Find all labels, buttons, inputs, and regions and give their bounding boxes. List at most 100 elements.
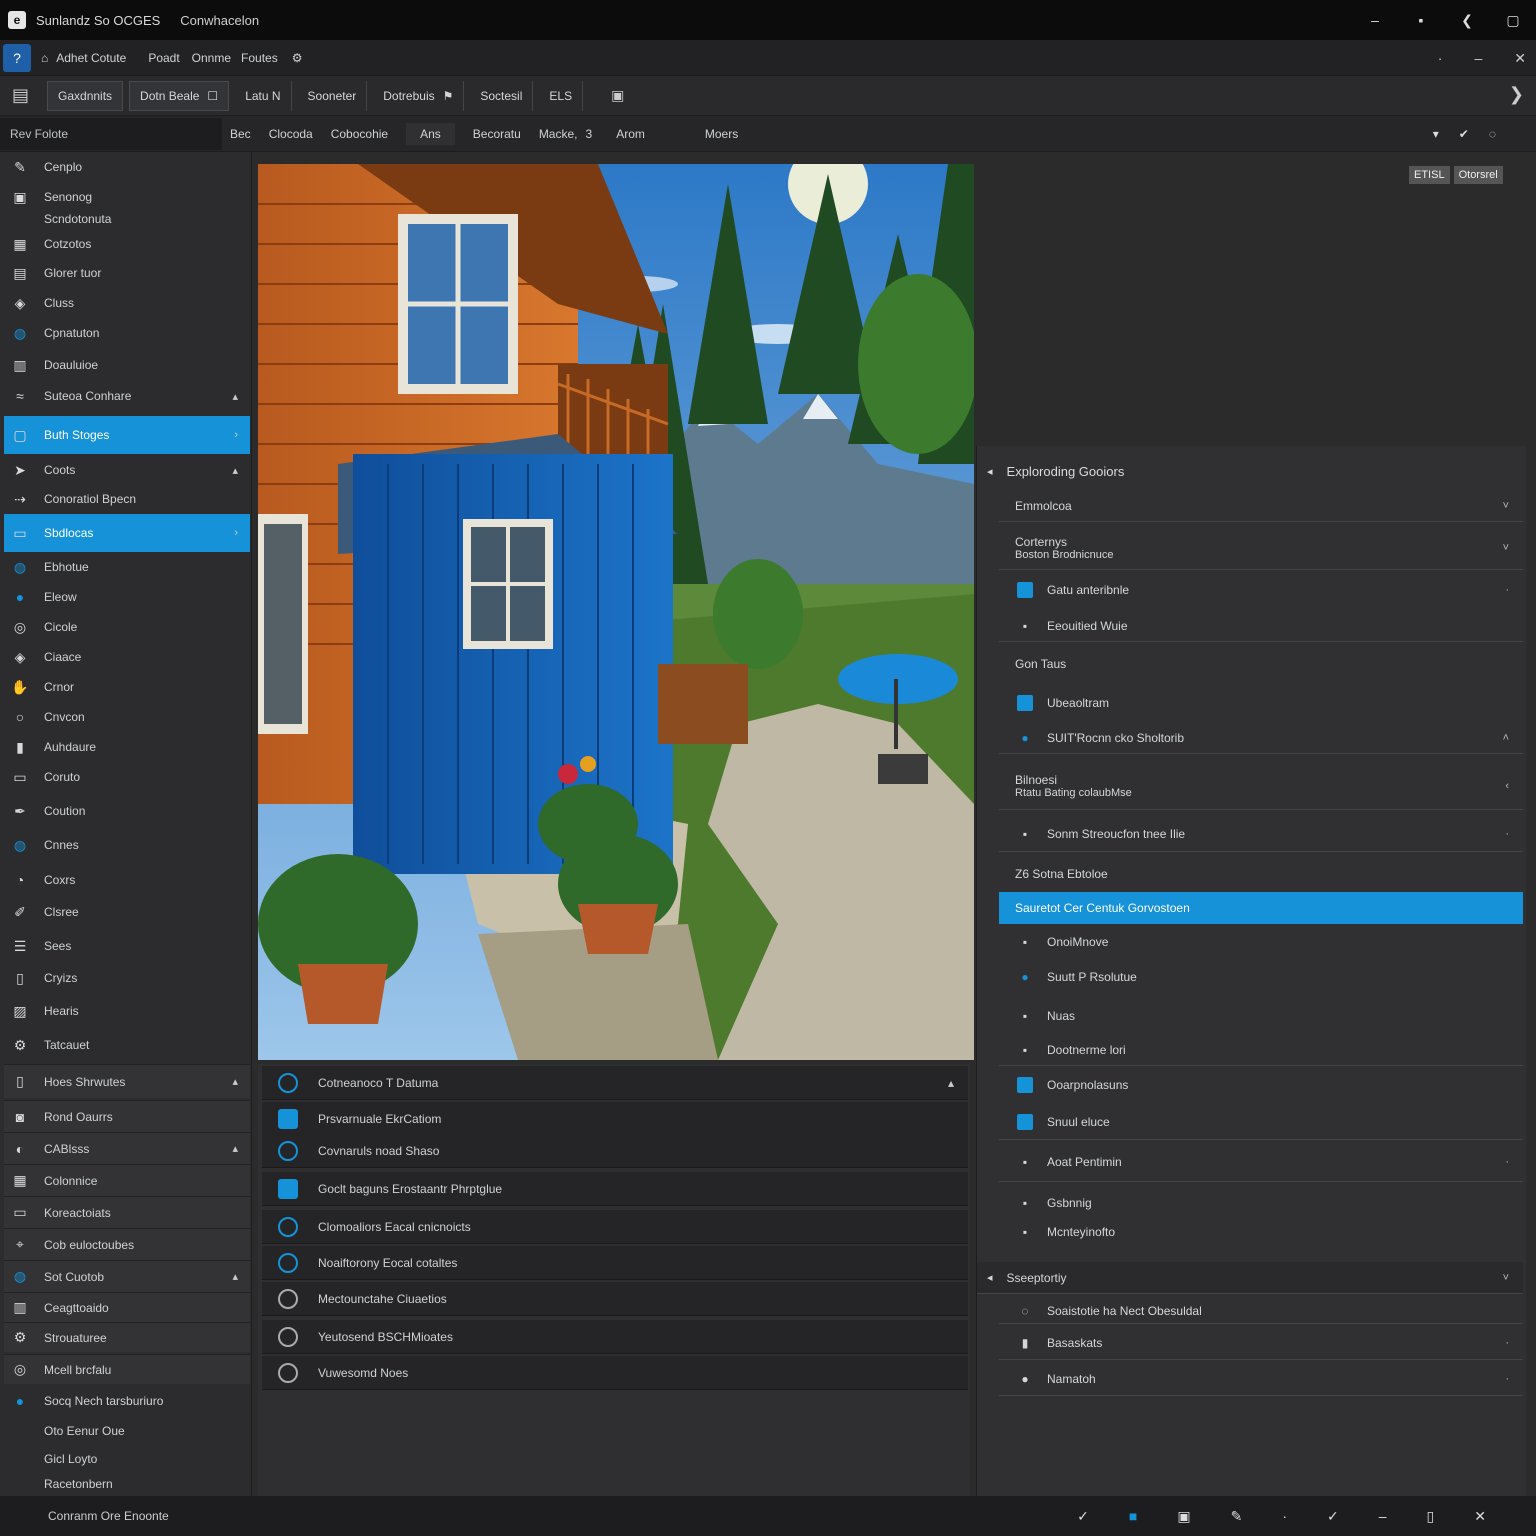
sidebar-item-1[interactable]: ✎ Cenplo [4,152,250,182]
sidebar-item-13[interactable]: ▭ Sbdlocas › [4,514,250,552]
close-icon[interactable]: ✕ [1514,50,1526,67]
menu-item-4[interactable]: Foutes [241,51,278,65]
subbar-item-9[interactable]: Moers [705,127,738,141]
panel-row[interactable]: Ubeaoltram [999,686,1523,720]
sidebar-item-25[interactable]: ✐ Clsree [4,896,250,928]
panel-row[interactable]: ● SUIT'Rocnn cko Sholtorib ˄ [999,722,1523,754]
dot-icon[interactable]: · [1438,50,1443,66]
toolbar-button-6[interactable]: Soctesil [470,80,534,111]
subbar-item-4[interactable]: Ans [406,122,455,145]
panel-row[interactable]: ▪ Nuas [999,998,1523,1034]
sidebar-item-9[interactable]: ≈ Suteoa Conhare ▴ [4,380,250,412]
chevron-right-icon[interactable]: ❯ [1509,84,1524,105]
sidebar-item-7[interactable]: ◍ Cpnatuton [4,318,250,348]
printer-icon[interactable]: ▣ [1177,1508,1190,1525]
panel-row[interactable]: Z6 Sotna Ebtoloe [999,860,1523,888]
dot-icon[interactable]: · [1282,1508,1287,1524]
sidebar-item-24[interactable]: ◔ Coxrs [4,864,250,896]
sidebar-item-43[interactable]: Racetonbern [4,1472,250,1496]
toolbar-button-1[interactable]: Gaxdnnits [47,80,124,111]
sidebar-item-41[interactable]: Oto Eenur Oue [4,1416,250,1446]
toolbar-button-4[interactable]: Sooneter [298,80,368,111]
subbar-item-3[interactable]: Cobocohie [331,127,388,141]
sidebar-item-30[interactable]: ▯ Hoes Shrwutes ▴ [4,1064,250,1098]
chevron-up-icon[interactable]: ▴ [948,1076,954,1090]
toolbar-button-3[interactable]: Latu N [235,80,292,111]
tools-icon[interactable]: ✎ [1231,1508,1243,1525]
panel-row[interactable]: ● Suutt P Rsolutue [999,960,1523,994]
chevron-right-icon[interactable]: ▴ [232,1142,238,1155]
panel-row[interactable]: ▪ Sonm Streoucfon tnee Ilie · [999,816,1523,852]
chevron-icon[interactable]: ‹ [1505,780,1509,792]
menu-item-3[interactable]: Onnme [192,51,231,65]
sidebar-item-18[interactable]: ✋ Crnor [4,672,250,702]
square-blue-icon[interactable]: ■ [1129,1508,1137,1524]
chevron-icon[interactable]: ˅ [1503,500,1509,512]
sidebar-item-39[interactable]: ◎ Mcell brcfalu [4,1354,250,1384]
app-logo-icon[interactable]: ? [3,43,31,72]
list-item[interactable]: Cotneanoco T Datuma ▴ [262,1066,968,1100]
panel-row[interactable]: ▪ OnoiMnove [999,926,1523,958]
subbar-item-7[interactable]: 3 [586,127,593,141]
panel-row[interactable]: ▪ Dootnerme lori [999,1034,1523,1066]
chevron-icon[interactable]: · [1505,584,1509,596]
panel-row[interactable]: Gatu anteribnle · [999,574,1523,606]
panel-row[interactable]: ◌ Soaistotie ha Nect Obesuldal [999,1298,1523,1324]
sidebar-item-16[interactable]: ◎ Cicole [4,612,250,642]
badge-1[interactable]: ETISL [1409,166,1450,184]
chevron-right-icon[interactable]: ▴ [232,464,238,477]
sidebar-item-31[interactable]: ◙ Rond Oaurrs [4,1100,250,1132]
restore-button[interactable]: ▢ [1490,12,1536,29]
sidebar-item-11[interactable]: ➤ Coots ▴ [4,456,250,484]
badge-2[interactable]: Otorsrel [1453,166,1503,184]
list-item[interactable]: Covnaruls noad Shaso [262,1134,968,1168]
chevron-icon[interactable]: · [1505,1373,1509,1385]
subbar-item-6[interactable]: Macke, [539,127,578,141]
chevron-right-icon[interactable]: ▴ [232,390,238,403]
menu-item-2[interactable]: Poadt [148,51,179,65]
subbar-item-5[interactable]: Becoratu [473,127,521,141]
minus-icon[interactable]: – [1379,1508,1387,1524]
list-item[interactable]: Clomoaliors Eacal cnicnoicts [262,1210,968,1244]
sidebar-item-38[interactable]: ⚙ Strouaturee [4,1322,250,1352]
sidebar-item-20[interactable]: ▮ Auhdaure [4,732,250,762]
sidebar-item-29[interactable]: ⚙ Tatcauet [4,1028,250,1062]
chevron-icon[interactable]: · [1505,1337,1509,1349]
chevron-down-icon[interactable]: ˅ [1503,1272,1509,1284]
sidebar-item-6[interactable]: ◈ Cluss [4,288,250,318]
sidebar-item-15[interactable]: ● Eleow [4,582,250,612]
minimize-button[interactable]: – [1352,12,1398,28]
sidebar-item-35[interactable]: ⌖ Cob euloctoubes [4,1228,250,1260]
sidebar-item-19[interactable]: ○ Cnvcon [4,702,250,732]
panel-row[interactable]: ▪ Eeouitied Wuie [999,610,1523,642]
sidebar-item-10[interactable]: ▢ Buth Stoges › [4,416,250,454]
panel-row[interactable]: Ooarpnolasuns [999,1068,1523,1102]
lock-icon[interactable]: ▯ [1427,1508,1435,1525]
chevron-right-icon[interactable]: › [234,429,238,441]
panel-row[interactable]: ▪ Mcnteyinofto [999,1218,1523,1246]
sidebar-item-27[interactable]: ▯ Cryizs [4,962,250,994]
sidebar-item-28[interactable]: ▨ Hearis [4,994,250,1028]
chevron-icon[interactable]: ˄ [1503,732,1509,744]
dropdown-icon[interactable]: ▾ [1433,127,1439,141]
close-icon[interactable]: ✕ [1474,1508,1486,1525]
sidebar-item-17[interactable]: ◈ Ciaace [4,642,250,672]
document-icon[interactable]: ▤ [12,85,29,106]
sidebar-item-23[interactable]: ◍ Cnnes [4,828,250,862]
sidebar-item-5[interactable]: ▤ Glorer tuor [4,258,250,288]
sidebar-item-21[interactable]: ▭ Coruto [4,762,250,792]
panel-row[interactable]: Gon Taus [999,650,1523,678]
panel-row[interactable]: Emmolcoa ˅ [999,490,1523,522]
minimize-icon[interactable]: – [1474,50,1482,66]
toolbar-button-2[interactable]: Dotn Beale ☐ [129,80,230,111]
toolbar-button-7[interactable]: ELS [539,80,584,111]
check-icon[interactable]: ✓ [1077,1508,1089,1525]
sidebar-item-34[interactable]: ▭ Koreactoiats [4,1196,250,1228]
sidebar-item-42[interactable]: Gicl Loyto [4,1446,250,1472]
sidebar-item-8[interactable]: ▥ Doauluioe [4,350,250,380]
chevron-icon[interactable]: · [1505,828,1509,840]
sidebar-item-14[interactable]: ◍ Ebhotue [4,552,250,582]
sidebar-item-4[interactable]: ▦ Cotzotos [4,230,250,258]
panel-row[interactable]: ▪ Gsbnnig [999,1190,1523,1216]
sidebar-item-37[interactable]: ▥ Ceagttoaido [4,1292,250,1322]
